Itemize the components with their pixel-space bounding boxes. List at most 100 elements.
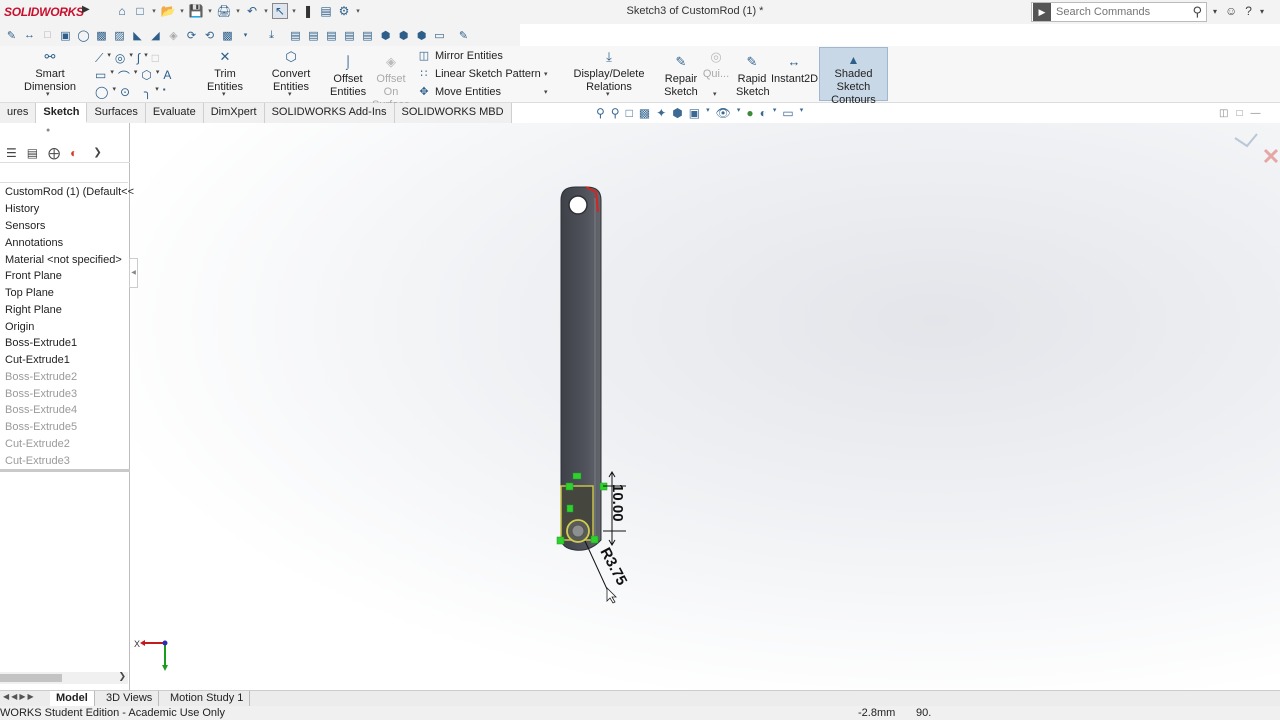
- solidworks-logo[interactable]: SOLIDWORKS: [4, 5, 84, 19]
- tab-last-icon[interactable]: ▶: [27, 692, 35, 701]
- scroll-right-arrow-icon[interactable]: ❯: [118, 671, 126, 682]
- feature-filter[interactable]: [0, 163, 128, 183]
- print-dropdown-icon[interactable]: ▾: [234, 7, 242, 15]
- rebuild-arrow-icon[interactable]: ⟳: [184, 28, 199, 43]
- undo-small-icon[interactable]: ⟲: [202, 28, 217, 43]
- quick-snaps-dropdown-icon[interactable]: ▾: [713, 90, 717, 98]
- chamfer-icon[interactable]: ◢: [148, 28, 163, 43]
- home-icon[interactable]: ⌂: [114, 3, 130, 19]
- graphics-area[interactable]: [131, 123, 1280, 690]
- smart-dimension-button[interactable]: ⚯ Smart Dimension: [12, 50, 88, 94]
- smart-dimension-dropdown-icon[interactable]: ▾: [46, 90, 50, 98]
- view-cube-icon[interactable]: ▭: [432, 28, 447, 43]
- view-orientation-icon[interactable]: ⬢: [672, 106, 682, 120]
- rebuild-icon[interactable]: ❚: [300, 3, 316, 19]
- right-view-icon[interactable]: ▤: [342, 28, 357, 43]
- fillet-icon[interactable]: ◣: [130, 28, 145, 43]
- tab-3d-views[interactable]: 3D Views: [100, 691, 160, 706]
- spline-icon[interactable]: ∫: [137, 51, 140, 66]
- sketch-icon[interactable]: ✎: [4, 28, 19, 43]
- tree-item-history[interactable]: History: [5, 203, 39, 215]
- pattern-dropdown-icon[interactable]: ▾: [544, 70, 548, 78]
- convert-entities-button[interactable]: ⬡ Convert Entities: [256, 50, 326, 94]
- linear-sketch-pattern-button[interactable]: ∷ Linear Sketch Pattern: [417, 67, 541, 81]
- trim-dropdown-icon[interactable]: ▾: [222, 90, 226, 98]
- tab-dimxpert[interactable]: DimXpert: [203, 103, 265, 123]
- cancel-x-icon[interactable]: [1263, 148, 1279, 164]
- tab-model[interactable]: Model: [50, 691, 95, 706]
- tree-item-boss-extrude2[interactable]: Boss-Extrude2: [5, 371, 77, 383]
- tree-item-annotations[interactable]: Annotations: [5, 237, 63, 249]
- section-view-icon[interactable]: ▩: [639, 106, 650, 120]
- repair-sketch-button[interactable]: ✎ Repair Sketch: [664, 55, 698, 99]
- view-settings-dropdown-icon[interactable]: ▾: [800, 106, 804, 120]
- slot-icon[interactable]: ◯: [95, 85, 108, 99]
- spline-dropdown-icon[interactable]: ▾: [144, 51, 148, 66]
- save-icon[interactable]: 💾: [188, 3, 204, 19]
- tree-item-front-plane[interactable]: Front Plane: [5, 270, 62, 282]
- select-dropdown-icon[interactable]: ▾: [290, 7, 298, 15]
- normal-to-icon[interactable]: ⤓: [264, 28, 279, 43]
- open-dropdown-icon[interactable]: ▾: [178, 7, 186, 15]
- search-input[interactable]: [1051, 6, 1193, 18]
- rapid-sketch-button[interactable]: ✎ Rapid Sketch: [736, 55, 770, 99]
- instant2d-button[interactable]: ↔ Instant2D: [771, 55, 818, 86]
- shaded-sketch-contours-button[interactable]: ▲ Shaded Sketch Contours: [819, 47, 888, 106]
- circle-icon[interactable]: ◎: [115, 51, 125, 66]
- move-dropdown-icon[interactable]: ▾: [544, 88, 548, 96]
- tree-item-cut-extrude3[interactable]: Cut-Extrude3: [5, 455, 70, 467]
- rollback-bar[interactable]: [0, 469, 130, 472]
- circle-dropdown-icon[interactable]: ▾: [129, 51, 133, 66]
- revolve-icon[interactable]: ◯: [76, 28, 91, 43]
- help-icon[interactable]: ?: [1245, 4, 1252, 18]
- move-entities-button[interactable]: ✥ Move Entities: [417, 85, 501, 99]
- configuration-tab-icon[interactable]: ⨁: [48, 146, 60, 160]
- back-view-icon[interactable]: ▤: [306, 28, 321, 43]
- file-properties-icon[interactable]: ▤: [318, 3, 334, 19]
- restore-icon[interactable]: □: [1236, 108, 1242, 119]
- tree-item-boss-extrude1[interactable]: Boss-Extrude1: [5, 337, 77, 349]
- options-gear-icon[interactable]: ⚙: [336, 3, 352, 19]
- tree-item-sensors[interactable]: Sensors: [5, 220, 45, 232]
- trimetric-view-icon[interactable]: ⬢: [396, 28, 411, 43]
- tab-features[interactable]: ures: [0, 103, 37, 123]
- display-style-icon[interactable]: ▣: [689, 106, 700, 120]
- panel-collapse-handle[interactable]: ◀: [129, 258, 138, 288]
- tab-motion-study[interactable]: Motion Study 1: [164, 691, 251, 706]
- display-icon[interactable]: ▩: [220, 28, 235, 43]
- fillet-dropdown-icon[interactable]: ▾: [155, 85, 159, 99]
- property-manager-tab-icon[interactable]: ▤: [27, 146, 38, 160]
- zoom-to-fit-icon[interactable]: ⚲: [596, 106, 605, 120]
- dynamic-annotation-icon[interactable]: ✦: [656, 106, 666, 120]
- undo-icon[interactable]: ↶: [244, 3, 260, 19]
- dimetric-view-icon[interactable]: ⬢: [414, 28, 429, 43]
- panel-grip-icon[interactable]: ●: [46, 127, 50, 134]
- point-icon[interactable]: ⊙: [120, 85, 130, 99]
- scrollbar-thumb[interactable]: [0, 674, 62, 682]
- display-style-dropdown-icon[interactable]: ▾: [706, 106, 710, 120]
- sketch-tool-icon[interactable]: ✎: [456, 28, 471, 43]
- display-delete-relations-button[interactable]: ⤓ Display/Delete Relations: [556, 50, 662, 94]
- plane-icon[interactable]: ▪: [163, 85, 166, 99]
- loft-icon[interactable]: ▨: [112, 28, 127, 43]
- convert-dropdown-icon[interactable]: ▾: [288, 90, 292, 98]
- print-icon[interactable]: 🖨: [216, 3, 232, 19]
- tab-surfaces[interactable]: Surfaces: [87, 103, 146, 123]
- line-icon[interactable]: ⟋: [95, 51, 103, 66]
- polygon-dropdown-icon[interactable]: ▾: [156, 68, 160, 85]
- search-source-icon[interactable]: ▶: [1033, 3, 1051, 21]
- left-view-icon[interactable]: ▤: [324, 28, 339, 43]
- new-document-icon[interactable]: □: [132, 3, 148, 19]
- tab-evaluate[interactable]: Evaluate: [145, 103, 204, 123]
- tree-item-boss-extrude3[interactable]: Boss-Extrude3: [5, 388, 77, 400]
- scene-dropdown-icon[interactable]: ▾: [773, 106, 777, 120]
- tab-addins[interactable]: SOLIDWORKS Add-Ins: [264, 103, 395, 123]
- tab-first-icon[interactable]: ◀: [3, 692, 11, 701]
- fillet-sketch-icon[interactable]: ╮: [144, 85, 151, 99]
- tree-item-boss-extrude5[interactable]: Boss-Extrude5: [5, 421, 77, 433]
- confirm-check-icon[interactable]: [1234, 133, 1258, 148]
- polygon-icon[interactable]: ⬡: [141, 68, 151, 85]
- tab-sketch[interactable]: Sketch: [36, 103, 88, 123]
- tree-item-boss-extrude4[interactable]: Boss-Extrude4: [5, 404, 77, 416]
- hide-show-dropdown-icon[interactable]: ▾: [737, 106, 741, 120]
